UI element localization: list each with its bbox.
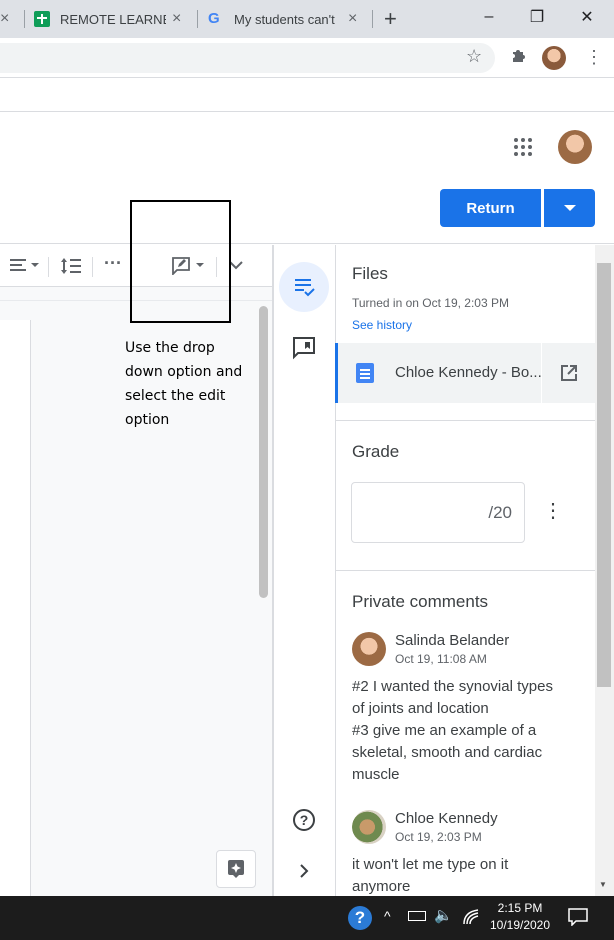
grade-title: Grade <box>352 442 400 461</box>
battery-icon[interactable] <box>408 911 426 921</box>
explore-button[interactable] <box>216 850 256 888</box>
explore-icon <box>228 860 244 878</box>
volume-icon[interactable]: 🔈 <box>434 906 453 924</box>
tab-close-icon[interactable]: × <box>348 10 357 28</box>
clock-time[interactable]: 2:15 PM <box>494 901 546 915</box>
chevron-down-icon <box>563 205 576 211</box>
files-title: Files <box>352 264 388 283</box>
tab-partial[interactable]: × <box>0 0 20 38</box>
show-hidden-icons[interactable]: ^ <box>384 908 391 924</box>
google-icon: G <box>208 10 220 27</box>
more-icon[interactable]: ··· <box>104 253 122 273</box>
minimize-button[interactable]: – <box>466 0 512 34</box>
address-bar[interactable] <box>0 43 495 73</box>
grade-value: /20 <box>488 503 512 522</box>
tab-my-students[interactable]: G My students can't × <box>208 0 370 38</box>
account-avatar[interactable] <box>558 130 592 164</box>
bookmark-star-icon[interactable]: ☆ <box>466 46 482 67</box>
page-scrollbar-thumb[interactable] <box>597 263 611 687</box>
windows-taskbar: ? ^ 🔈 2:15 PM 10/19/2020 <box>0 896 614 940</box>
doc-scrollbar[interactable] <box>259 306 268 598</box>
return-button[interactable]: Return <box>440 189 541 227</box>
expand-icon[interactable] <box>298 862 310 880</box>
tab-title: REMOTE LEARNER <box>60 11 166 27</box>
close-window-button[interactable]: ✕ <box>564 0 610 34</box>
comment-text: #2 I wanted the synovial types of joints… <box>352 678 553 783</box>
avatar <box>352 810 386 844</box>
private-comments-title: Private comments <box>352 592 489 611</box>
section-divider <box>336 420 595 421</box>
help-tray-icon[interactable]: ? <box>348 906 372 930</box>
annotation-highlight-box <box>130 200 231 323</box>
wifi-icon[interactable] <box>462 908 480 926</box>
notifications-icon[interactable] <box>568 908 588 926</box>
align-icon[interactable] <box>10 257 40 275</box>
return-dropdown-button[interactable] <box>544 189 595 227</box>
see-history-link[interactable]: See history <box>352 318 412 332</box>
google-docs-icon <box>356 363 374 383</box>
open-in-new-button[interactable] <box>541 343 595 403</box>
turned-in-text: Turned in on Oct 19, 2:03 PM <box>352 296 509 310</box>
tab-close-icon[interactable]: × <box>172 10 181 28</box>
open-in-new-icon <box>560 365 577 381</box>
avatar <box>352 632 386 666</box>
comment-text: it won't let me type on it anymore <box>352 856 509 895</box>
browser-toolbar: ☆ ⋮ <box>0 38 614 78</box>
google-apps-icon[interactable] <box>514 138 532 156</box>
grade-input[interactable]: /20 <box>351 482 525 543</box>
extensions-icon[interactable] <box>510 46 528 64</box>
tab-title: My students can't <box>234 11 335 27</box>
section-divider <box>336 570 595 571</box>
browser-menu-icon[interactable]: ⋮ <box>585 48 603 66</box>
file-name[interactable]: Chloe Kennedy - Bo... <box>395 364 542 381</box>
new-tab-button[interactable]: + <box>384 0 408 38</box>
comment-author: Salinda Belander <box>395 632 510 649</box>
tab-remote-learner[interactable]: REMOTE LEARNER × <box>34 0 194 38</box>
help-icon[interactable]: ? <box>292 808 316 832</box>
browser-tab-strip: × REMOTE LEARNER × G My students can't ×… <box>0 0 614 38</box>
svg-text:?: ? <box>300 812 309 828</box>
app-bar <box>0 78 614 112</box>
restore-button[interactable]: ❐ <box>514 0 560 34</box>
comment-time: Oct 19, 2:03 PM <box>395 830 482 844</box>
tab-close-icon[interactable]: × <box>0 10 9 28</box>
grade-more-icon[interactable]: ⋮ <box>543 501 563 521</box>
comment-time: Oct 19, 11:08 AM <box>395 652 487 666</box>
profile-avatar[interactable] <box>542 46 566 70</box>
annotation-text: Use the drop down option and select the … <box>125 340 243 428</box>
grading-icon <box>295 279 315 297</box>
comment-icon[interactable] <box>292 336 316 360</box>
clock-date[interactable]: 10/19/2020 <box>486 918 554 932</box>
sheets-icon <box>34 11 50 27</box>
doc-page[interactable] <box>0 320 31 896</box>
grading-tab[interactable] <box>279 262 329 312</box>
scroll-down-icon[interactable]: ▼ <box>599 880 607 889</box>
line-spacing-icon[interactable] <box>60 257 82 275</box>
comment-author: Chloe Kennedy <box>395 810 498 827</box>
